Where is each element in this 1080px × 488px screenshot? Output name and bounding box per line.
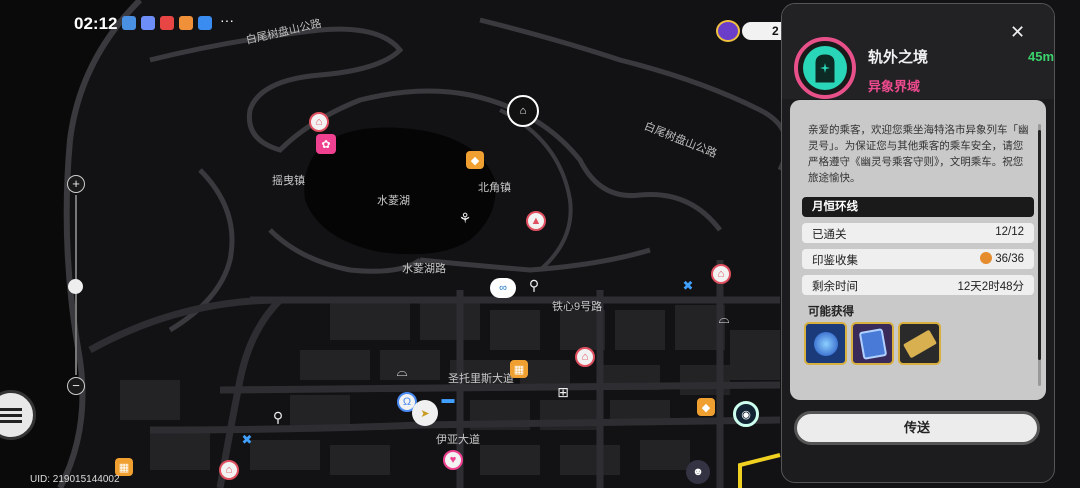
blue-orb-icon (813, 331, 838, 356)
pin-poi-icon[interactable]: ⚲ (524, 275, 544, 295)
stat-value: 12天2时48分 (957, 281, 1024, 293)
reward-item[interactable] (804, 322, 847, 365)
trash-poi-icon[interactable]: ⌂ (711, 264, 731, 284)
menu-icon (0, 405, 22, 426)
close-icon[interactable]: ✕ (1010, 22, 1025, 43)
building-poi-icon[interactable]: ▦ (510, 360, 528, 378)
trash-poi-icon[interactable]: ⌂ (219, 460, 239, 480)
road-label-shuiling: 水菱湖路 (402, 263, 446, 275)
scrollbar-thumb[interactable] (1038, 130, 1041, 360)
route-title: 月恒环线 (802, 197, 1034, 217)
road-label-yiya: 伊亚大道 (436, 434, 480, 446)
hat-poi-icon[interactable]: ⌓ (714, 308, 734, 328)
zoom-out-button[interactable]: − (67, 377, 85, 395)
reward-item[interactable] (898, 322, 941, 365)
stat-label: 已通关 (812, 229, 847, 241)
tools-poi-icon[interactable]: ✖ (678, 276, 698, 296)
more-notifications-icon: ··· (220, 12, 234, 28)
location-info-panel: 轨外之境 异象界域 ✕ 45ms 亲爱的乘客，欢迎您乘坐海特洛市异象列车「幽灵号… (781, 3, 1055, 483)
seal-coin-icon (980, 252, 993, 264)
status-time: 02:12 (74, 14, 118, 33)
zone-emblem (794, 37, 856, 99)
shield-poi-icon[interactable]: ♥ (443, 450, 463, 470)
zoom-in-button[interactable]: + (67, 175, 85, 193)
uid-label: UID: 219015144002 (30, 474, 120, 485)
app-notification-icon (141, 16, 155, 30)
stat-value: 12/12 (995, 226, 1024, 238)
zoom-slider-knob[interactable] (68, 279, 83, 294)
app-notification-icon (198, 16, 212, 30)
trash-poi-icon[interactable]: ⌂ (309, 112, 329, 132)
place-label-beijiao: 北角镇 (478, 182, 511, 194)
road-label-santoli: 圣托里斯大道 (448, 373, 514, 385)
panel-body: 亲爱的乘客，欢迎您乘坐海特洛市异象列车「幽灵号」。为保证您与其他乘客的乘车安全，… (790, 100, 1046, 400)
place-label-yaoye: 摇曳镇 (272, 175, 305, 187)
portal-poi-icon[interactable]: ⌂ (507, 95, 539, 127)
ping-indicator: 45ms (1028, 49, 1055, 64)
rewards-title: 可能获得 (808, 306, 854, 318)
bird-poi-icon[interactable]: ⚘ (455, 208, 475, 228)
box-poi-icon[interactable]: ◆ (697, 398, 715, 416)
trash-poi-icon[interactable]: ⌂ (575, 347, 595, 367)
player-location-icon[interactable]: ➤ (412, 400, 438, 426)
pin-poi-icon[interactable]: ⚲ (268, 407, 288, 427)
stat-label: 印鉴收集 (812, 255, 858, 267)
currency-display[interactable]: 2 (712, 20, 802, 42)
gift-poi-icon[interactable]: ⊞ (553, 382, 573, 402)
app-notification-icon (122, 16, 136, 30)
target-poi-icon[interactable]: ◉ (733, 401, 759, 427)
app-notification-icon (160, 16, 174, 30)
crystal-icon (716, 20, 740, 42)
rocket-poi-icon[interactable]: ▲ (526, 211, 546, 231)
box-poi-icon[interactable]: ◆ (466, 151, 484, 169)
stat-row-time-left: 剩余时间 12天2时48分 (802, 275, 1034, 295)
link-poi-icon[interactable]: ∞ (490, 278, 516, 298)
card-book-icon (858, 327, 887, 360)
teleport-button[interactable]: 传送 (794, 411, 1040, 445)
panel-subtitle: 异象界域 (868, 79, 921, 94)
car-poi-icon[interactable]: ▬ (438, 388, 458, 408)
ticket-icon (902, 329, 937, 358)
zone-description: 亲爱的乘客，欢迎您乘坐海特洛市异象列车「幽灵号」。为保证您与其他乘客的乘车安全，… (808, 124, 1029, 184)
stat-label: 剩余时间 (812, 281, 858, 293)
hat-poi-icon[interactable]: ⌓ (392, 361, 412, 381)
place-label-shuiling-lake: 水菱湖 (377, 195, 410, 207)
stat-row-seals: 印鉴收集 36/36 (802, 249, 1034, 269)
road-label-tiexin: 铁心9号路 (552, 301, 603, 313)
panel-title: 轨外之境 (868, 49, 929, 66)
stat-value: 36/36 (995, 253, 1024, 265)
stat-row-cleared: 已通关 12/12 (802, 223, 1034, 243)
tools-poi-icon[interactable]: ✖ (237, 430, 257, 450)
door-icon (803, 46, 847, 90)
app-notification-icon (179, 16, 193, 30)
reward-item[interactable] (851, 322, 894, 365)
character-avatar-icon[interactable]: ☻ (686, 460, 710, 484)
shop-poi-icon[interactable]: ✿ (316, 134, 336, 154)
